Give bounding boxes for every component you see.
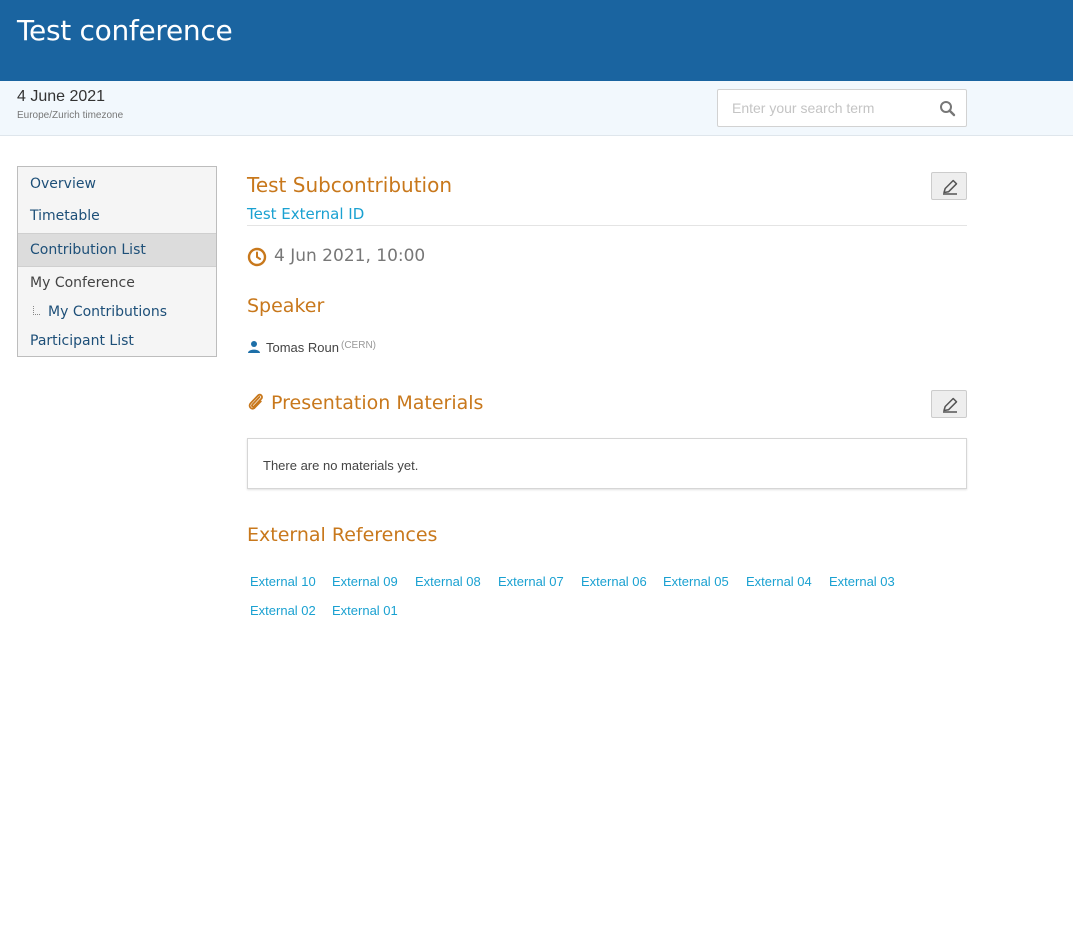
menu-item-label: Participant List [30, 333, 134, 349]
conference-header: Test conference [0, 0, 1073, 81]
clock-icon [247, 247, 267, 267]
speaker-name[interactable]: Tomas Roun [266, 340, 339, 355]
tree-branch-icon [33, 306, 40, 315]
speaker-heading: Speaker [247, 295, 325, 317]
menu-item-label: Timetable [30, 208, 100, 224]
menu-item-label: Contribution List [30, 242, 146, 258]
materials-panel: There are no materials yet. [247, 438, 967, 489]
external-reference-link[interactable]: External 03 [829, 574, 895, 589]
external-reference-link[interactable]: External 07 [498, 574, 564, 589]
edit-materials-button[interactable] [931, 390, 967, 418]
materials-heading: Presentation Materials [271, 392, 484, 414]
edit-contribution-button[interactable] [931, 172, 967, 200]
contribution-title: Test Subcontribution [247, 173, 453, 197]
person-icon [248, 341, 260, 353]
search-icon[interactable] [939, 100, 956, 117]
conference-date: 4 June 2021 [17, 88, 106, 105]
menu-item-my-contributions[interactable]: My Contributions [18, 304, 216, 326]
external-reference-link[interactable]: External 01 [332, 603, 398, 618]
menu-item-participant-list[interactable]: Participant List [18, 333, 216, 355]
external-reference-link[interactable]: External 09 [332, 574, 398, 589]
title-divider [247, 225, 967, 226]
external-reference-link[interactable]: External 10 [250, 574, 316, 589]
external-reference-link[interactable]: External 02 [250, 603, 316, 618]
paperclip-icon [248, 393, 263, 410]
menu-item-label: My Contributions [48, 304, 168, 320]
materials-empty-message: There are no materials yet. [263, 458, 419, 473]
event-menu: Overview Timetable Contribution List My … [17, 166, 217, 357]
menu-item-label: My Conference [30, 275, 135, 291]
edit-icon [943, 179, 958, 195]
search-input[interactable] [732, 100, 932, 116]
external-reference-link[interactable]: External 04 [746, 574, 812, 589]
contribution-datetime: 4 Jun 2021, 10:00 [274, 246, 426, 266]
menu-item-contribution-list[interactable]: Contribution List [18, 233, 216, 267]
menu-item-timetable[interactable]: Timetable [18, 208, 216, 230]
external-reference-link[interactable]: External 08 [415, 574, 481, 589]
external-references-heading: External References [247, 524, 438, 546]
search-box[interactable] [717, 89, 967, 127]
menu-item-my-conference[interactable]: My Conference [18, 275, 216, 297]
conference-title[interactable]: Test conference [17, 14, 233, 47]
menu-item-overview[interactable]: Overview [18, 176, 216, 198]
menu-item-label: Overview [30, 176, 96, 192]
external-reference-link[interactable]: External 06 [581, 574, 647, 589]
speaker-affiliation: (CERN) [341, 340, 376, 351]
external-id-link[interactable]: Test External ID [247, 205, 364, 223]
external-reference-link[interactable]: External 05 [663, 574, 729, 589]
conference-timezone: Europe/Zurich timezone [17, 110, 124, 121]
conference-subheader: 4 June 2021 Europe/Zurich timezone [0, 81, 1073, 136]
edit-icon [943, 397, 958, 413]
